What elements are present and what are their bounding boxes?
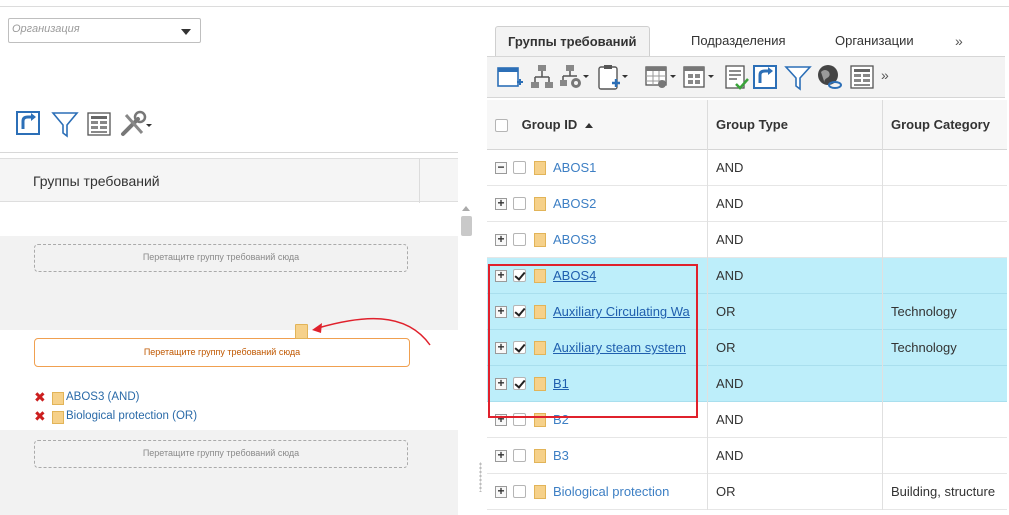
drag-arrow: [312, 317, 431, 346]
